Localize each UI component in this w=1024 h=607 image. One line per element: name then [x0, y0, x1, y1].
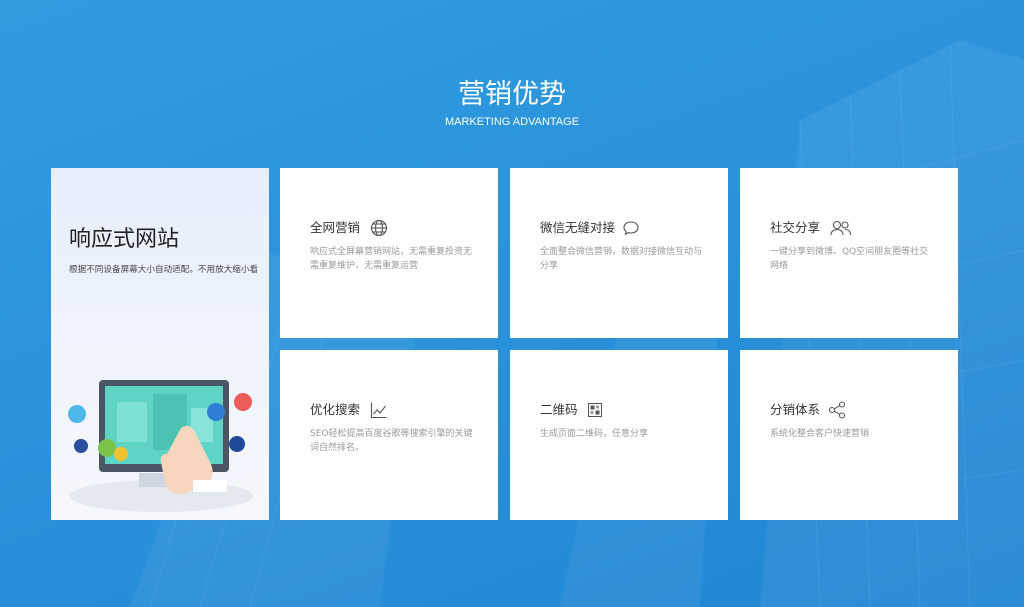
feature-card-seo[interactable]: 优化搜索 SEO轻松提高百度谷歌等搜索引擎的关键词自然排名。	[280, 350, 498, 520]
feature-card-network-marketing[interactable]: 全网营销 响应式全屏幕营销网站，无需重复投资无需重复维护，无需重复运营	[280, 168, 498, 338]
card-title: 全网营销	[310, 220, 361, 235]
card-title: 优化搜索	[310, 402, 361, 417]
card-description: 一键分享到微博、QQ空间朋友圈等社交网络	[770, 247, 929, 271]
card-description: 生成页面二维码，任意分享	[540, 429, 649, 439]
share-nodes-icon	[828, 401, 846, 419]
globe-icon	[370, 219, 388, 237]
trend-chart-icon	[370, 402, 387, 419]
wechat-chat-icon	[623, 221, 639, 236]
qr-code-icon	[588, 403, 602, 417]
responsive-website-card[interactable]: 响应式网站 根据不同设备屏幕大小自动适配。不用放大缩小看	[51, 168, 269, 520]
section-title: 营销优势	[458, 79, 566, 110]
users-icon	[830, 220, 852, 236]
card-title: 分销体系	[770, 402, 821, 417]
feature-card-distribution[interactable]: 分销体系 系统化整合客户快速营销	[740, 350, 958, 520]
feature-card-social-share[interactable]: 社交分享 一键分享到微博、QQ空间朋友圈等社交网络	[740, 168, 958, 338]
feature-card-wechat[interactable]: 微信无缝对接 全面整合微信营销，数据对接微信互动与分享	[510, 168, 728, 338]
monitor-touch-illustration	[68, 380, 253, 512]
card-description: 全面整合微信营销，数据对接微信互动与分享	[540, 247, 703, 271]
feature-card-qr-code[interactable]: 二维码 生成页面二维码，任意分享	[510, 350, 728, 520]
card-title: 微信无缝对接	[540, 220, 616, 235]
card-description: SEO轻松提高百度谷歌等搜索引擎的关键词自然排名。	[310, 429, 473, 453]
card-description: 响应式全屏幕营销网站，无需重复投资无需重复维护，无需重复运营	[310, 247, 473, 271]
section-subtitle: MARKETING ADVANTAGE	[444, 116, 580, 128]
hero-title: 响应式网站	[69, 227, 180, 252]
card-title: 社交分享	[770, 220, 821, 235]
card-title: 二维码	[540, 402, 578, 417]
card-description: 系统化整合客户快速营销	[770, 429, 870, 439]
hero-description: 根据不同设备屏幕大小自动适配。不用放大缩小看	[69, 265, 259, 275]
